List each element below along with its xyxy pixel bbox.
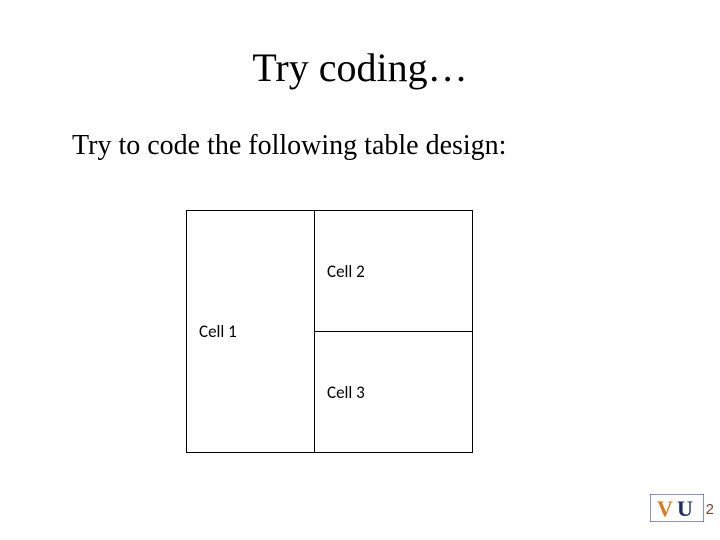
vu-logo: V U <box>650 494 704 522</box>
slide: Try coding… Try to code the following ta… <box>0 0 720 540</box>
table-cell-3: Cell 3 <box>315 332 473 453</box>
instruction-text: Try to code the following table design: <box>72 130 506 162</box>
page-number: 2 <box>706 501 714 518</box>
example-table: Cell 1 Cell 2 Cell 3 <box>186 210 473 453</box>
svg-text:V: V <box>657 496 673 521</box>
table-design: Cell 1 Cell 2 Cell 3 <box>186 210 472 453</box>
table-cell-2: Cell 2 <box>315 211 473 332</box>
page-title: Try coding… <box>0 44 720 91</box>
svg-text:U: U <box>677 496 693 521</box>
table-cell-1: Cell 1 <box>187 211 315 453</box>
